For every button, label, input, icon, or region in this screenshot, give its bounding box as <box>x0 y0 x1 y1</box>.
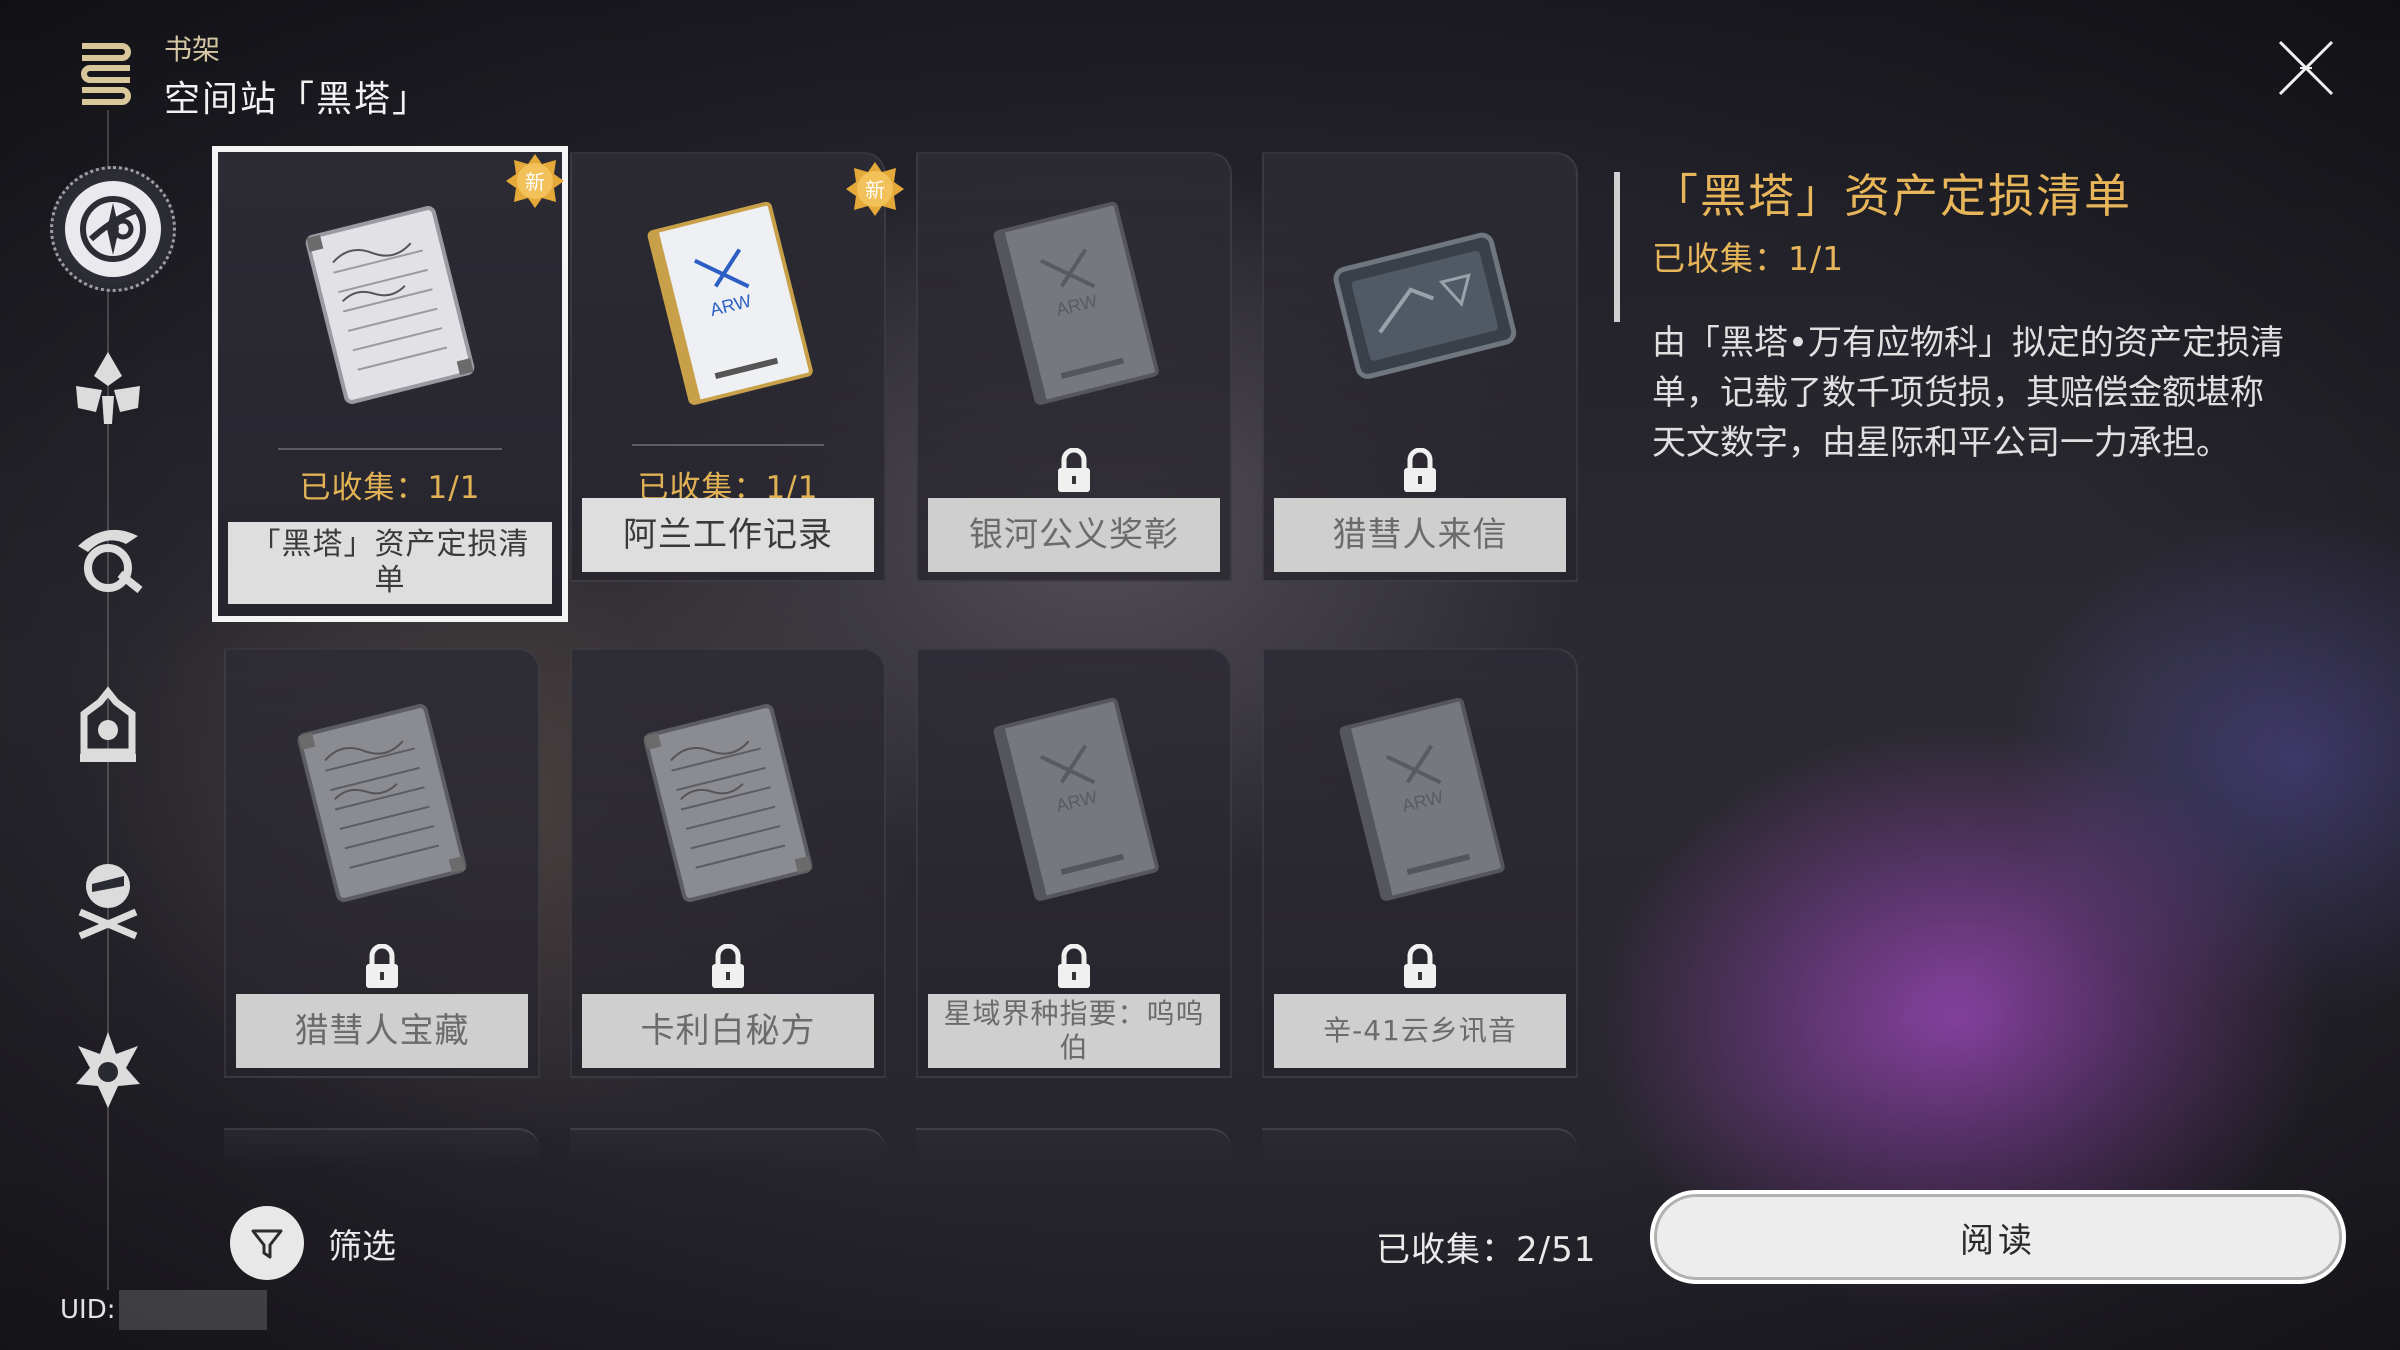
space-station-emblem-icon <box>80 196 146 262</box>
card-title: 「黑塔」资产定损清单 <box>228 522 552 604</box>
book-card-partial <box>1262 1128 1578 1170</box>
flame-emblem-icon <box>76 1032 140 1108</box>
report-book-icon: ARW <box>969 192 1179 422</box>
close-button[interactable] <box>2274 36 2338 100</box>
book-card[interactable]: 已收集：1/1 「黑塔」资产定损清单 <box>212 146 568 622</box>
filter-button[interactable]: 筛选 <box>230 1206 396 1280</box>
sidebar-item-bell[interactable] <box>60 680 156 776</box>
notebook-icon <box>277 688 487 918</box>
notebook-icon <box>285 190 495 420</box>
close-icon <box>2278 40 2334 96</box>
notebook-icon <box>623 688 833 918</box>
sidebar-item-lotus[interactable] <box>60 340 156 436</box>
detail-collected: 已收集：1/1 <box>1652 239 1845 278</box>
card-collected: 已收集：1/1 <box>299 470 481 506</box>
book-card-partial <box>570 1128 886 1170</box>
lock-icon <box>1402 943 1438 990</box>
uid-label: UID: <box>60 1295 116 1325</box>
card-title: 卡利白秘方 <box>582 994 874 1068</box>
new-badge: 新 <box>506 152 564 210</box>
skull-emblem-icon <box>78 864 138 940</box>
lock-icon <box>1402 447 1438 494</box>
sidebar-item-dragon[interactable] <box>60 510 156 606</box>
card-divider <box>278 448 502 450</box>
report-book-icon: ARW <box>969 688 1179 918</box>
lock-icon <box>1056 943 1092 990</box>
card-divider <box>632 444 824 446</box>
filter-label: 筛选 <box>328 1226 396 1267</box>
read-button[interactable]: 阅读 <box>1650 1190 2346 1284</box>
sidebar-item-skull[interactable] <box>60 850 156 946</box>
page-header: 书架 空间站「黑塔」 <box>78 28 430 122</box>
dragon-emblem-icon <box>78 529 143 594</box>
bookshelf-icon <box>78 38 134 112</box>
book-card[interactable]: 卡利白秘方 <box>570 648 886 1078</box>
lock-icon <box>1056 447 1092 494</box>
book-card-partial <box>916 1128 1232 1170</box>
report-book-icon: ARW <box>1315 688 1525 918</box>
filter-icon <box>230 1206 304 1280</box>
new-badge-label: 新 <box>525 170 545 194</box>
page-title: 空间站「黑塔」 <box>164 79 431 120</box>
lotus-emblem-icon <box>76 352 140 424</box>
book-card[interactable]: ARW 已收集：1/1 阿兰工作记录 <box>570 152 886 582</box>
book-card[interactable]: 猎彗人来信 <box>1262 152 1578 582</box>
card-title: 猎彗人来信 <box>1274 498 1566 572</box>
uid: UID: <box>60 1290 268 1330</box>
new-badge-label: 新 <box>865 178 885 202</box>
breadcrumb: 书架 <box>164 33 221 66</box>
sidebar-item-flame[interactable] <box>60 1022 156 1118</box>
lock-icon <box>710 943 746 990</box>
book-card[interactable]: ARW 星域界种指要：呜呜伯 <box>916 648 1232 1078</box>
book-card[interactable]: 猎彗人宝藏 <box>224 648 540 1078</box>
lock-icon <box>364 943 400 990</box>
bell-emblem-icon <box>80 686 136 762</box>
detail-description: 由「黑塔•万有应物科」拟定的资产定损清单，记载了数千项货损，其赔偿金额堪称天文数… <box>1652 323 2285 463</box>
book-card-partial <box>224 1128 540 1170</box>
tablet-icon <box>1315 192 1525 422</box>
card-title: 猎彗人宝藏 <box>236 994 528 1068</box>
report-book-icon: ARW <box>623 192 833 422</box>
detail-title: 「黑塔」资产定损清单 <box>1652 169 2132 223</box>
card-title: 阿兰工作记录 <box>582 498 874 572</box>
sidebar-item-space-station[interactable] <box>50 166 176 292</box>
uid-redacted <box>119 1290 268 1330</box>
card-title: 星域界种指要：呜呜伯 <box>928 994 1220 1068</box>
card-title: 银河公义奖彰 <box>928 498 1220 572</box>
book-card[interactable]: ARW 银河公义奖彰 <box>916 152 1232 582</box>
total-collected: 已收集：2/51 <box>1376 1230 1597 1270</box>
book-card[interactable]: ARW 辛-41云乡讯音 <box>1262 648 1578 1078</box>
new-badge: 新 <box>846 160 904 218</box>
detail-scrollbar[interactable] <box>1614 172 1620 322</box>
card-title: 辛-41云乡讯音 <box>1274 994 1566 1068</box>
